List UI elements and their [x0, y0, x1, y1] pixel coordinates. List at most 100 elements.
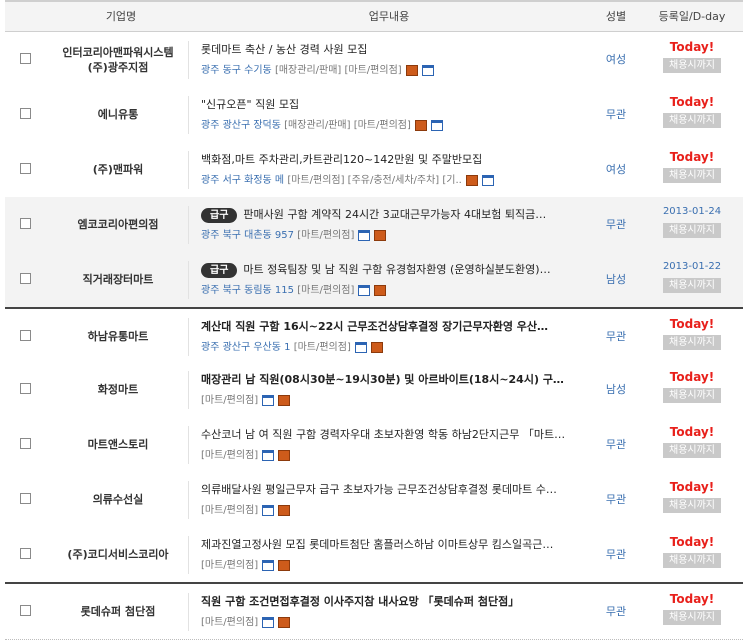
new-window-icon[interactable]	[481, 174, 494, 186]
table-row[interactable]: 롯데슈퍼 첨단점 직원 구함 조건면접후결정 이사주지참 내사요망 「롯데슈퍼 첨…	[5, 582, 743, 640]
job-title-text: 제과진열고정사원 모집 롯데마트첨단 홈플러스하남 이마트상무 킴스일곡근…	[201, 538, 554, 551]
scrap-icon[interactable]	[278, 559, 291, 571]
job-meta: [마트/편의점]	[201, 613, 291, 628]
date-cell: Today! 채용시까지	[641, 479, 743, 513]
table-row[interactable]: 하남유통마트 계산대 직원 구함 16시~22시 근무조건상담후결정 장기근무자환…	[5, 307, 743, 365]
company-name[interactable]: (주)코디서비스코리아	[52, 527, 184, 582]
closing-badge: 채용시까지	[663, 388, 721, 403]
company-name[interactable]: 엠코코리아편의점	[52, 197, 184, 252]
table-row[interactable]: (주)코디서비스코리아 제과진열고정사원 모집 롯데마트첨단 홈플러스하남 이마트…	[5, 527, 743, 583]
job-title-link[interactable]: 수산코너 남 여 직원 구함 경력자우대 초보자환영 학동 하남2단지근무 「마…	[201, 426, 581, 442]
company-name[interactable]: 마트앤스토리	[52, 417, 184, 472]
table-row[interactable]: 에니유통 "신규오픈" 직원 모집광주 광산구 장덕동 [매장관리/판매] [마트…	[5, 87, 743, 143]
scrap-icon[interactable]	[370, 341, 383, 353]
company-name[interactable]: 의류수선실	[52, 472, 184, 527]
date-cell: Today! 채용시까지	[641, 591, 743, 625]
column-divider	[188, 593, 189, 631]
table-row[interactable]: (주)맨파워 백화점,마트 주차관리,카트관리120~142만원 및 주말반모집 광…	[5, 142, 743, 198]
column-divider	[188, 318, 189, 356]
row-checkbox[interactable]	[20, 548, 31, 559]
table-row[interactable]: 인터코리아맨파워시스템 (주)광주지점 롯데마트 축산 / 농산 경력 사원 모집…	[5, 32, 743, 88]
job-title-link[interactable]: "신규오픈" 직원 모집	[201, 96, 581, 112]
gender-value: 여성	[605, 53, 627, 66]
job-title-text: "신규오픈" 직원 모집	[201, 98, 300, 111]
gender-value: 남성	[605, 383, 627, 396]
scrap-icon[interactable]	[374, 229, 387, 241]
new-window-icon[interactable]	[358, 229, 371, 241]
company-name[interactable]: 하남유통마트	[52, 309, 184, 364]
job-title-link[interactable]: 매장관리 남 직원(08시30분~19시30분) 및 아르바이트(18시~24시…	[201, 371, 581, 387]
new-window-icon[interactable]	[262, 559, 275, 571]
date-cell: Today! 채용시까지	[641, 424, 743, 458]
job-title-link[interactable]: 직원 구함 조건면접후결정 이사주지참 내사요망 「롯데슈퍼 첨단점」	[201, 593, 581, 609]
job-meta: 광주 광산구 장덕동 [매장관리/판매] [마트/편의점]	[201, 116, 443, 131]
scrap-icon[interactable]	[405, 64, 418, 76]
table-header: 기업명 업무내용 성별 등록일/D-day	[5, 0, 743, 32]
scrap-icon[interactable]	[414, 119, 427, 131]
row-checkbox[interactable]	[20, 273, 31, 284]
scrap-icon[interactable]	[465, 174, 478, 186]
scrap-icon[interactable]	[374, 284, 387, 296]
date-cell: Today! 채용시까지	[641, 94, 743, 128]
row-checkbox[interactable]	[20, 493, 31, 504]
row-checkbox[interactable]	[20, 605, 31, 616]
job-title-link[interactable]: 급구 마트 정육팀장 및 남 직원 구함 유경험자환영 (운영하실분도환영)…	[201, 261, 581, 278]
job-title-link[interactable]: 제과진열고정사원 모집 롯데마트첨단 홈플러스하남 이마트상무 킴스일곡근…	[201, 536, 581, 552]
job-location: 광주 광산구 우산동 1	[201, 342, 291, 353]
row-checkbox[interactable]	[20, 108, 31, 119]
gender-value: 무관	[605, 548, 627, 561]
job-title-link[interactable]: 의류배달사원 평일근무자 급구 초보자가능 근무조건상담후결정 롯데마트 수…	[201, 481, 581, 497]
company-name[interactable]: 에니유통	[52, 87, 184, 142]
header-job: 업무내용	[368, 10, 410, 23]
row-checkbox[interactable]	[20, 330, 31, 341]
row-checkbox[interactable]	[20, 218, 31, 229]
table-row[interactable]: 화정마트 매장관리 남 직원(08시30분~19시30분) 및 아르바이트(18시…	[5, 362, 743, 418]
new-window-icon[interactable]	[430, 119, 443, 131]
table-row[interactable]: 마트앤스토리 수산코너 남 여 직원 구함 경력자우대 초보자환영 학동 하남2단…	[5, 417, 743, 473]
new-window-icon[interactable]	[262, 449, 275, 461]
job-meta: 광주 북구 동림동 115 [마트/편의점]	[201, 281, 387, 296]
scrap-icon[interactable]	[278, 616, 291, 628]
urgent-badge: 급구	[201, 262, 238, 278]
new-window-icon[interactable]	[358, 284, 371, 296]
header-company: 기업명	[105, 10, 137, 23]
column-divider	[188, 371, 189, 409]
new-window-icon[interactable]	[421, 64, 434, 76]
new-window-icon[interactable]	[262, 616, 275, 628]
row-checkbox[interactable]	[20, 438, 31, 449]
job-categories: [마트/편의점]	[293, 342, 351, 353]
job-title-link[interactable]: 급구 판매사원 구함 계약직 24시간 3교대근무가능자 4대보험 퇴직금…	[201, 206, 581, 223]
table-row[interactable]: 직거래장터마트 급구 마트 정육팀장 및 남 직원 구함 유경험자환영 (운영하실분…	[5, 252, 743, 308]
job-title-text: 마트 정육팀장 및 남 직원 구함 유경험자환영 (운영하실분도환영)…	[243, 263, 551, 276]
table-row[interactable]: 의류수선실 의류배달사원 평일근무자 급구 초보자가능 근무조건상담후결정 롯데마…	[5, 472, 743, 528]
closing-badge: 채용시까지	[663, 498, 721, 513]
date-cell: Today! 채용시까지	[641, 39, 743, 73]
job-categories: [마트/편의점]	[201, 617, 259, 628]
closing-badge: 채용시까지	[663, 553, 721, 568]
closing-badge: 채용시까지	[663, 278, 721, 293]
job-title-link[interactable]: 롯데마트 축산 / 농산 경력 사원 모집	[201, 41, 581, 57]
job-title-link[interactable]: 계산대 직원 구함 16시~22시 근무조건상담후결정 장기근무자환영 우산…	[201, 318, 581, 334]
gender-value: 무관	[605, 108, 627, 121]
row-checkbox[interactable]	[20, 383, 31, 394]
company-name[interactable]: 화정마트	[52, 362, 184, 417]
company-name[interactable]: 인터코리아맨파워시스템 (주)광주지점	[52, 32, 184, 87]
row-checkbox[interactable]	[20, 53, 31, 64]
scrap-icon[interactable]	[278, 394, 291, 406]
table-row[interactable]: 엠코코리아편의점 급구 판매사원 구함 계약직 24시간 3교대근무가능자 4대보험…	[5, 197, 743, 253]
new-window-icon[interactable]	[354, 341, 367, 353]
closing-badge: 채용시까지	[663, 223, 721, 238]
job-categories: [마트/편의점]	[297, 285, 355, 296]
new-window-icon[interactable]	[262, 394, 275, 406]
company-name[interactable]: (주)맨파워	[52, 142, 184, 197]
date-cell: Today! 채용시까지	[641, 534, 743, 568]
job-title-link[interactable]: 백화점,마트 주차관리,카트관리120~142만원 및 주말반모집	[201, 151, 581, 167]
scrap-icon[interactable]	[278, 449, 291, 461]
job-location: 광주 동구 수기동	[201, 65, 272, 76]
new-window-icon[interactable]	[262, 504, 275, 516]
today-label: Today!	[669, 535, 715, 549]
row-checkbox[interactable]	[20, 163, 31, 174]
job-location: 광주 북구 대촌동 957	[201, 230, 295, 241]
company-name[interactable]: 직거래장터마트	[52, 252, 184, 307]
scrap-icon[interactable]	[278, 504, 291, 516]
